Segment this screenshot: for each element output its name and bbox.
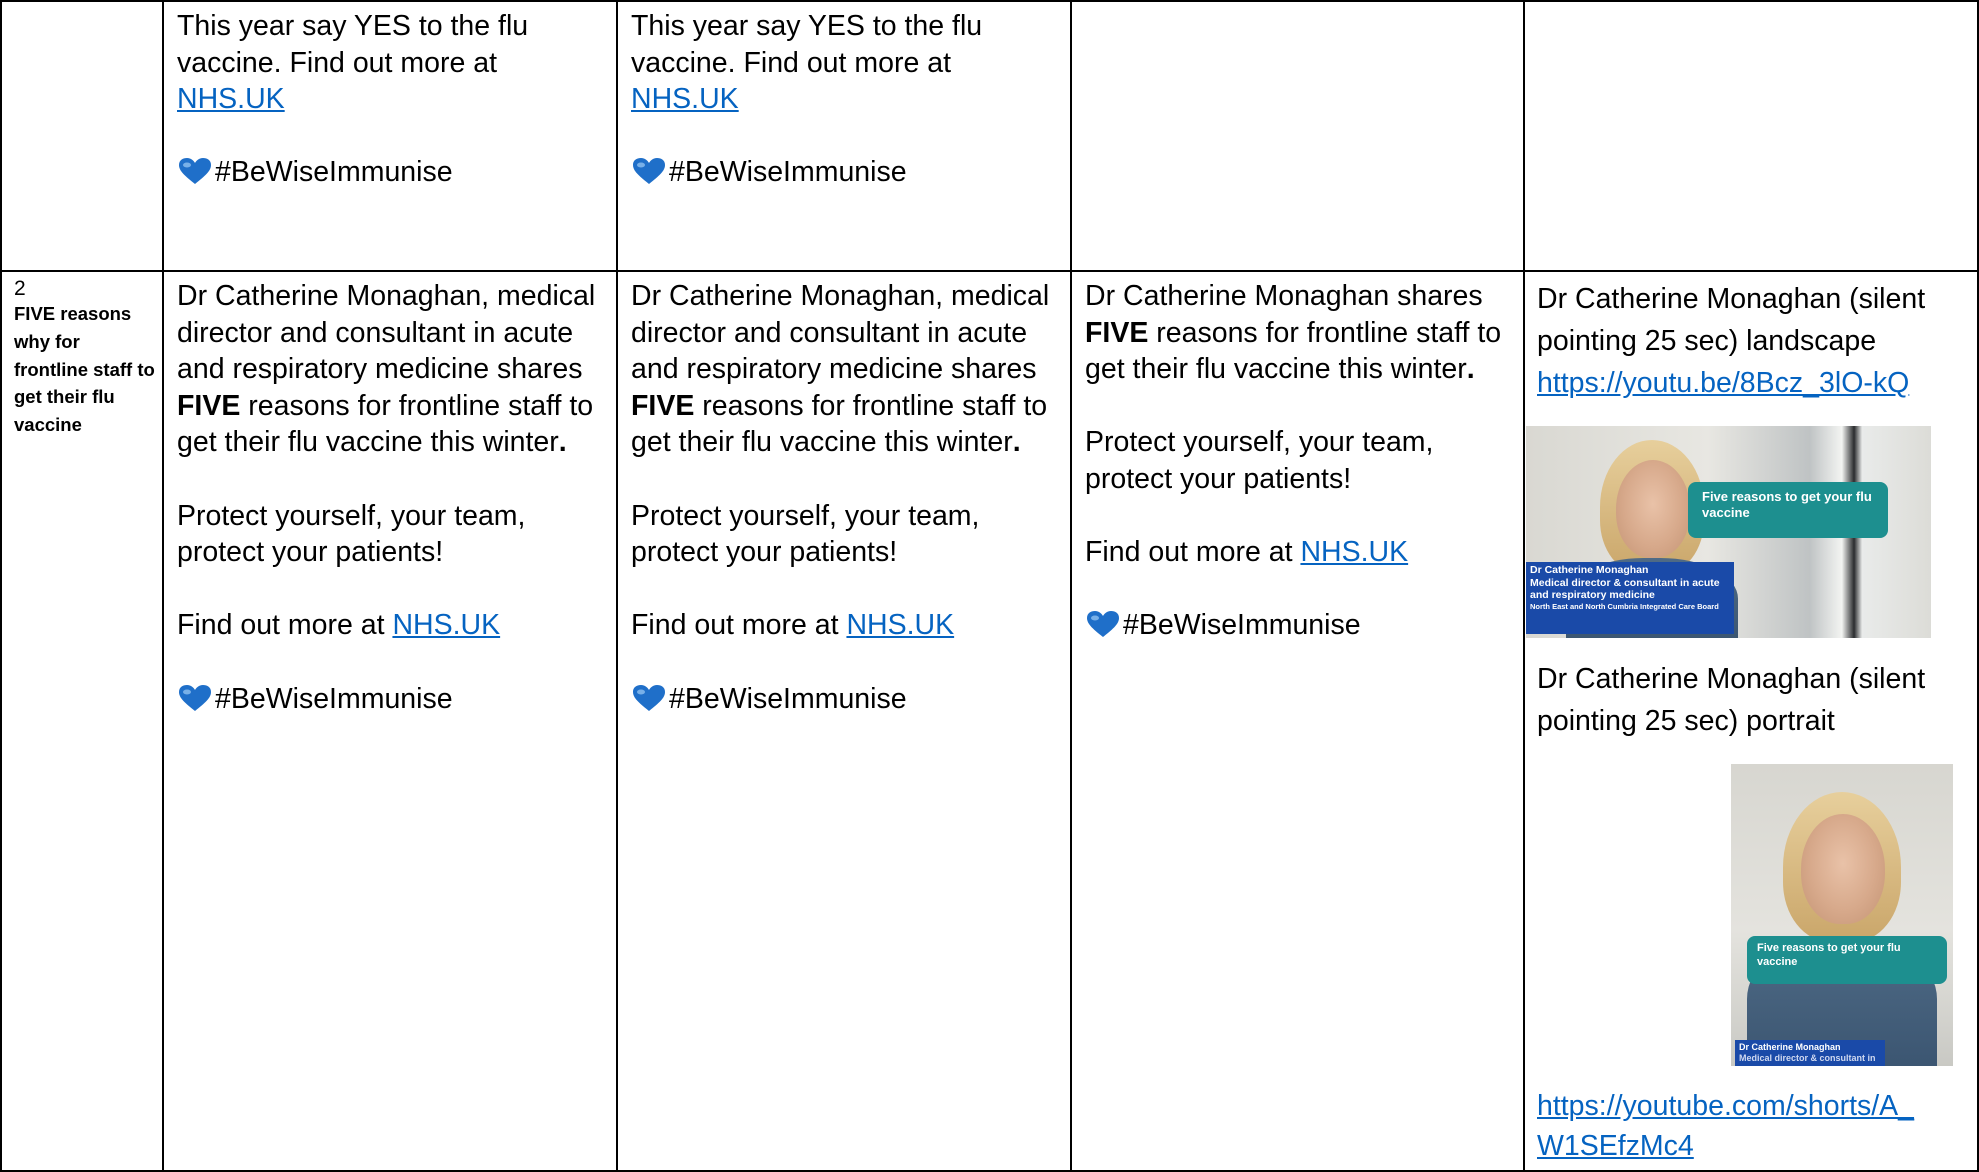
post-rest: reasons for frontline staff to get their… [177, 389, 594, 459]
portrait-video-link[interactable]: https://youtube.com/shorts/A_ W1SEfzMc4 [1537, 1086, 1973, 1166]
hashtag: #BeWiseImmunise [215, 682, 453, 715]
post-intro: Dr Catherine Monaghan, medical director … [177, 280, 596, 386]
protect-text: Protect yourself, your team, protect you… [631, 499, 980, 569]
portrait-video-thumbnail[interactable]: Five reasons to get your flu vaccine Dr … [1731, 764, 1953, 1066]
nhs-uk-link[interactable]: NHS.UK [1300, 536, 1408, 568]
row-label: FIVE reasons why for frontline staff to … [14, 303, 155, 436]
row2-col2-cell: Dr Catherine Monaghan, medical director … [162, 270, 618, 1172]
portrait-caption: Dr Catherine Monaghan (silent pointing 2… [1537, 663, 1926, 737]
landscape-caption: Dr Catherine Monaghan (silent pointing 2… [1537, 283, 1926, 357]
post-intro: Dr Catherine Monaghan shares [1085, 280, 1483, 312]
row1-col2-text: This year say YES to the flu vaccine. Fi… [177, 10, 529, 79]
blue-heart-icon [179, 158, 211, 185]
row1-col3-cell: This year say YES to the flu vaccine. Fi… [616, 0, 1072, 272]
post-rest: reasons for frontline staff to get their… [1085, 316, 1502, 386]
landscape-video-thumbnail[interactable]: Five reasons to get your flu vaccine Dr … [1526, 426, 1931, 638]
row2-col3-cell: Dr Catherine Monaghan, medical director … [616, 270, 1072, 1172]
thumb-role: Medical director & consultant in acute a… [1530, 576, 1720, 602]
thumb-name-tag: Dr Catherine Monaghan Medical director &… [1735, 1040, 1885, 1066]
row-number: 2 [14, 277, 26, 300]
hashtag: #BeWiseImmunise [669, 156, 907, 189]
find-prefix: Find out more at [1085, 536, 1293, 569]
blue-heart-icon [633, 158, 665, 185]
row1-col5-cell [1523, 0, 1979, 272]
row2-col4-cell: Dr Catherine Monaghan shares FIVE reason… [1070, 270, 1525, 1172]
post-bold: FIVE [177, 389, 241, 422]
thumb-face [1616, 460, 1690, 558]
post-bold: FIVE [631, 389, 695, 422]
thumb-speech-bubble: Five reasons to get your flu vaccine [1688, 482, 1888, 538]
portrait-link-line2: W1SEfzMc4 [1537, 1130, 1694, 1162]
post-bold: FIVE [1085, 316, 1149, 349]
portrait-link-line1: https://youtube.com/shorts/A_ [1537, 1090, 1915, 1122]
blue-heart-icon [1087, 611, 1119, 638]
hashtag: #BeWiseImmunise [669, 682, 907, 715]
protect-text: Protect yourself, your team, protect you… [177, 499, 526, 569]
row1-col2-cell: This year say YES to the flu vaccine. Fi… [162, 0, 618, 272]
nhs-uk-link[interactable]: NHS.UK [631, 83, 739, 115]
find-prefix: Find out more at [631, 609, 839, 642]
row2-col5-cell: Dr Catherine Monaghan (silent pointing 2… [1523, 270, 1979, 1172]
thumb-speech-bubble: Five reasons to get your flu vaccine [1747, 936, 1947, 984]
blue-heart-icon [179, 684, 211, 711]
row2-col1-cell: 2 FIVE reasons why for frontline staff t… [0, 270, 164, 1172]
landscape-video-link[interactable]: https://youtu.be/8Bcz_3lO-kQ [1537, 362, 1973, 404]
thumb-org: North East and North Cumbria Integrated … [1530, 601, 1719, 611]
table-row: This year say YES to the flu vaccine. Fi… [0, 0, 1979, 272]
content-table: This year say YES to the flu vaccine. Fi… [0, 0, 1979, 1172]
thumb-name: Dr Catherine Monaghan [1530, 564, 1649, 576]
row1-col4-cell [1070, 0, 1525, 272]
thumb-face [1801, 814, 1885, 924]
post-period: . [558, 426, 567, 459]
table-row: 2 FIVE reasons why for frontline staff t… [0, 270, 1979, 1172]
post-intro: Dr Catherine Monaghan, medical director … [631, 280, 1050, 386]
post-rest: reasons for frontline staff to get their… [631, 389, 1048, 459]
thumb-name: Dr Catherine Monaghan [1739, 1042, 1841, 1052]
nhs-uk-link[interactable]: NHS.UK [846, 609, 954, 641]
thumb-name-tag: Dr Catherine Monaghan Medical director &… [1526, 562, 1734, 634]
post-period: . [1466, 353, 1475, 386]
blue-heart-icon [633, 684, 665, 711]
find-prefix: Find out more at [177, 609, 385, 642]
protect-text: Protect yourself, your team, protect you… [1085, 426, 1434, 495]
nhs-uk-link[interactable]: NHS.UK [177, 83, 285, 115]
thumb-role: Medical director & consultant in [1739, 1053, 1876, 1063]
row1-col1-cell [0, 0, 164, 272]
nhs-uk-link[interactable]: NHS.UK [392, 609, 500, 641]
hashtag: #BeWiseImmunise [215, 156, 453, 189]
post-period: . [1012, 426, 1021, 459]
row1-col3-text: This year say YES to the flu vaccine. Fi… [631, 10, 983, 79]
hashtag: #BeWiseImmunise [1123, 609, 1361, 642]
